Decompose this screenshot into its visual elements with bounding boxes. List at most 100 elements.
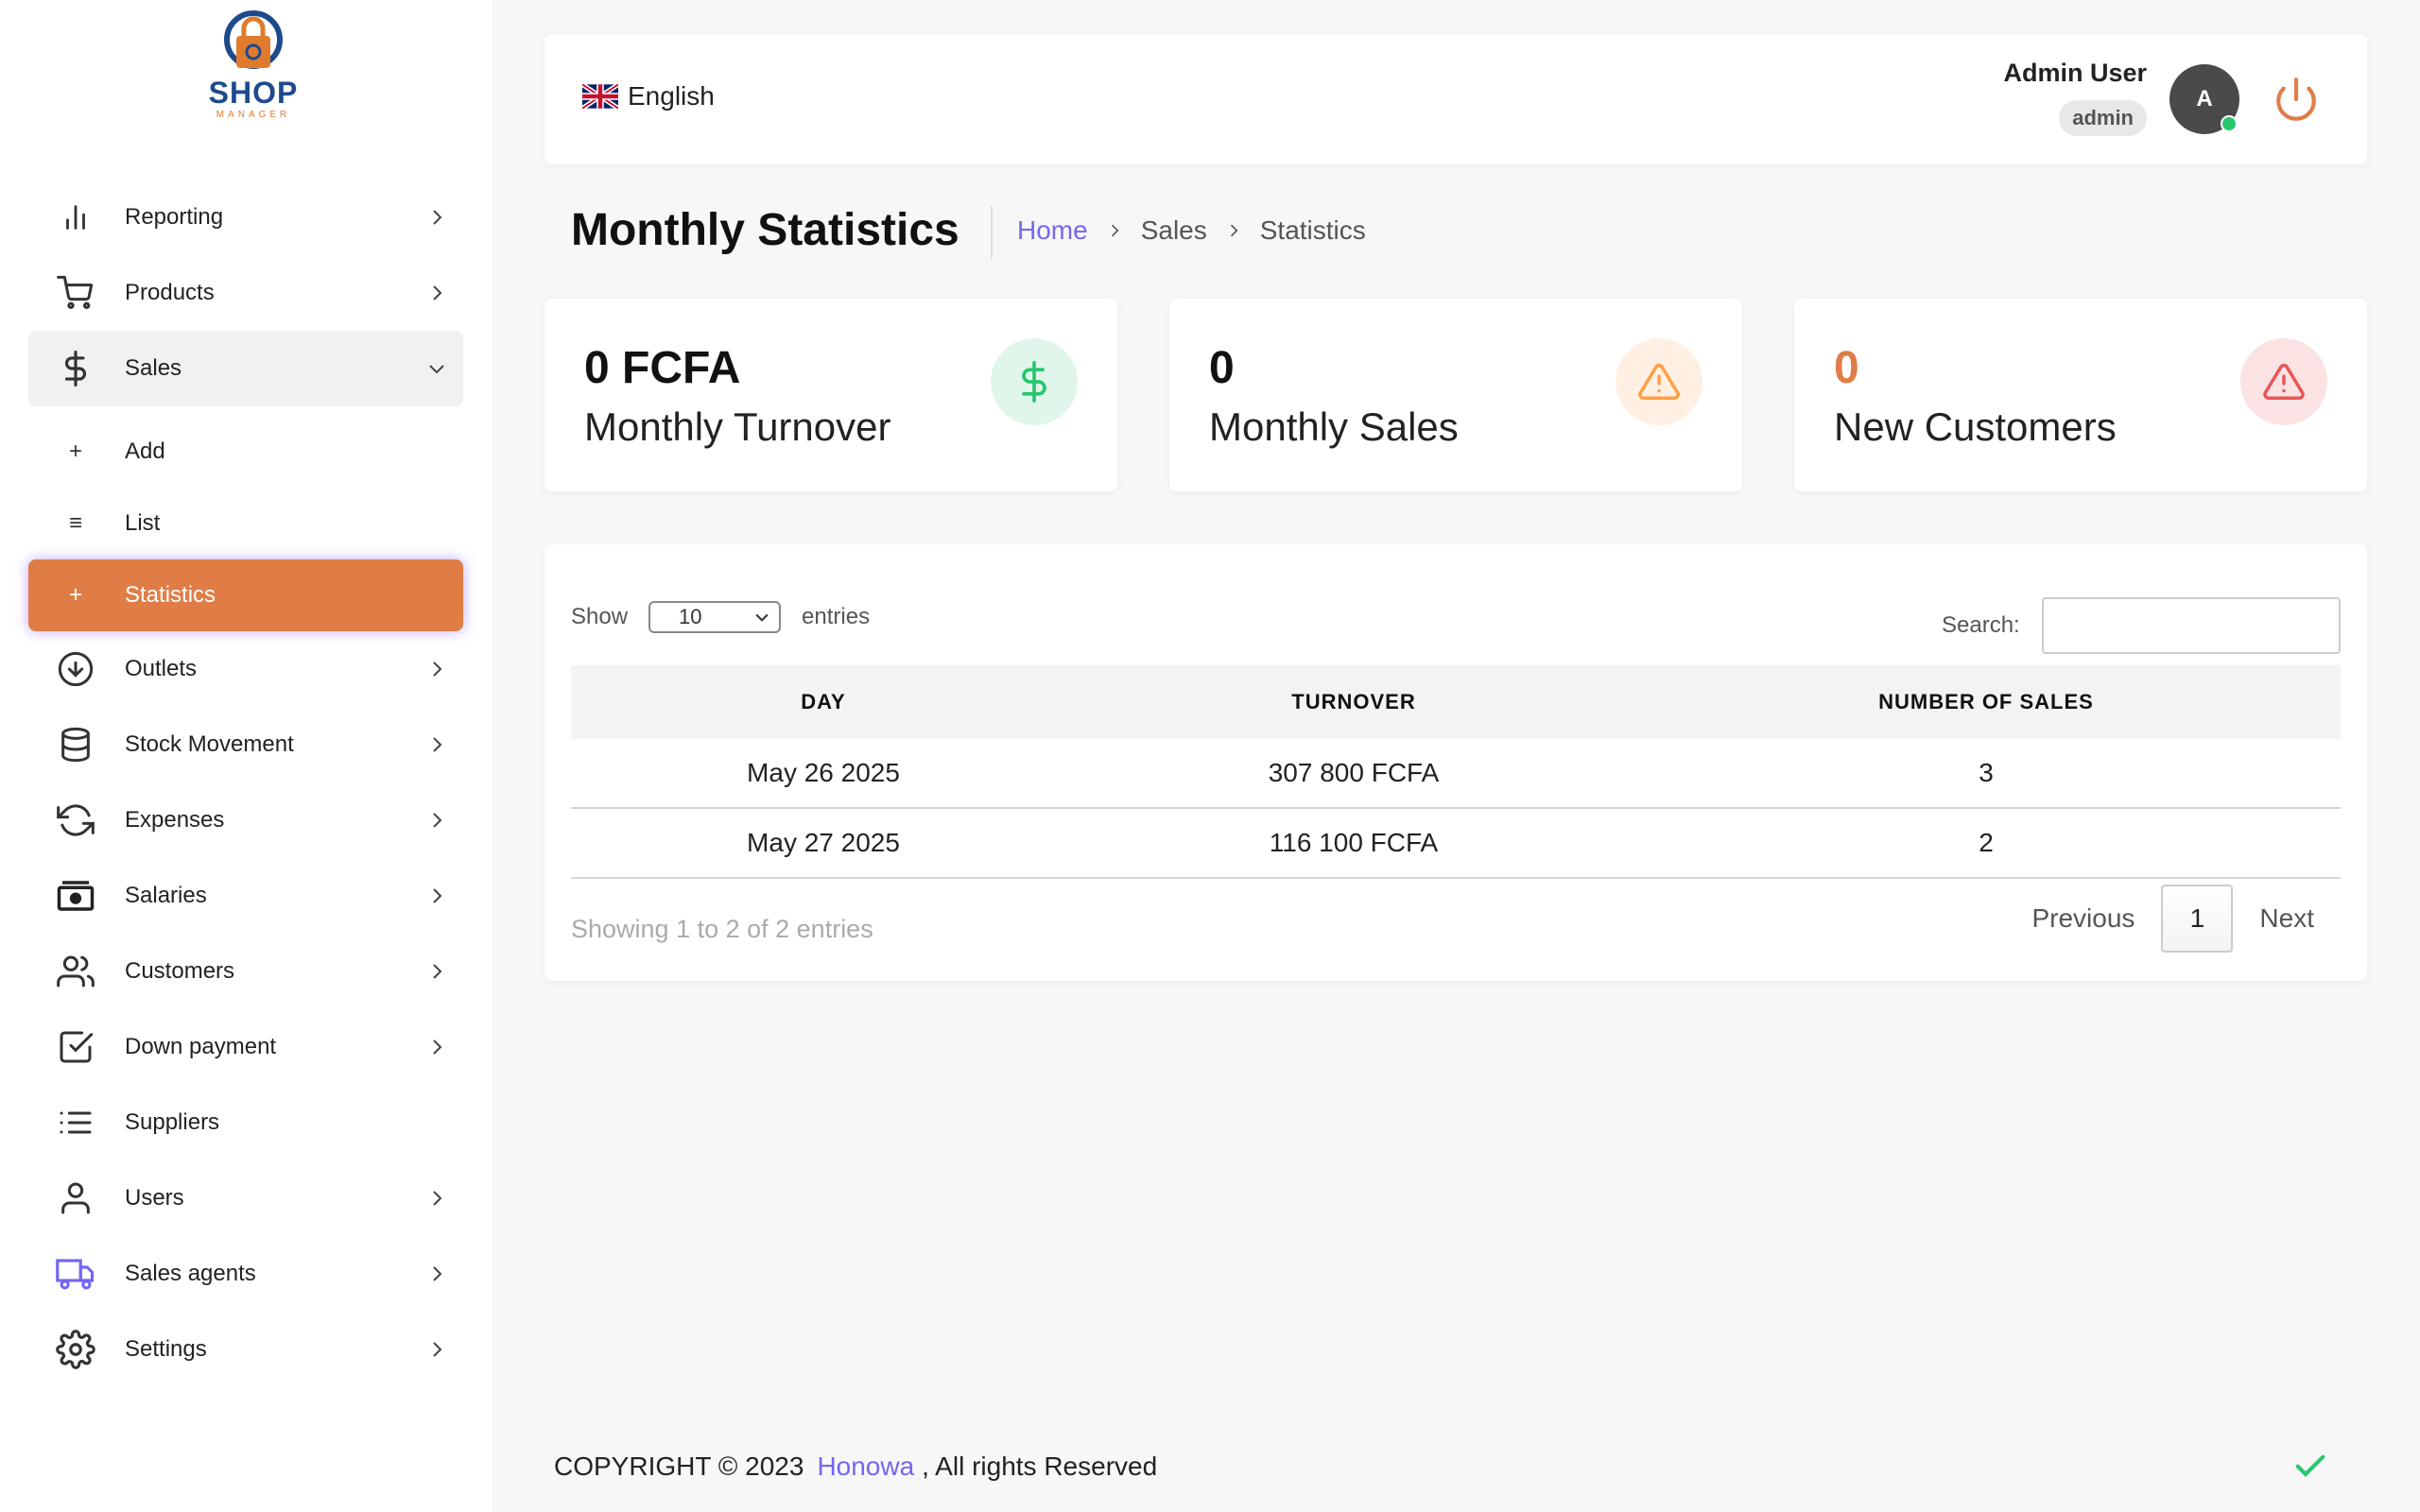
logo-subtext: MANAGER xyxy=(216,110,291,120)
sidebar-item-label: Users xyxy=(125,1185,184,1211)
rights-text: , All rights Reserved xyxy=(922,1452,1158,1481)
sidebar-subitem-label: Add xyxy=(125,438,165,464)
arrow-down-circle-icon xyxy=(55,648,96,690)
sidebar-subitem-label: Statistics xyxy=(125,582,216,608)
chevron-right-icon xyxy=(433,662,442,677)
sidebar-item-label: Sales agents xyxy=(125,1261,256,1286)
previous-button[interactable]: Previous xyxy=(2005,903,2161,934)
refresh-icon xyxy=(55,799,96,841)
sidebar-item-label: Salaries xyxy=(125,883,207,908)
sidebar-item-label: Customers xyxy=(125,958,235,984)
bar-chart-icon xyxy=(55,197,96,238)
sidebar-item-label: Reporting xyxy=(125,204,224,230)
chevron-down-icon xyxy=(429,365,444,374)
pagination: Previous 1 Next xyxy=(2005,885,2341,953)
dollar-icon xyxy=(55,348,96,389)
language-selector[interactable]: English xyxy=(582,81,715,112)
sidebar-item-expenses[interactable]: Expenses xyxy=(28,782,463,858)
sidebar-item-settings[interactable]: Settings xyxy=(28,1312,463,1387)
page-button-1[interactable]: 1 xyxy=(2161,885,2234,953)
sidebar-item-label: Down payment xyxy=(125,1034,277,1059)
sidebar: SHOP MANAGER Reporting Products Sales + … xyxy=(0,0,492,1512)
list-icon xyxy=(55,1102,96,1143)
avatar[interactable]: A xyxy=(2169,64,2239,134)
cell-day: May 27 2025 xyxy=(747,828,900,857)
next-button[interactable]: Next xyxy=(2233,903,2341,934)
sidebar-item-label: Expenses xyxy=(125,807,225,833)
gear-icon xyxy=(55,1329,96,1370)
breadcrumb-statistics: Statistics xyxy=(1259,215,1366,245)
chevron-down-icon xyxy=(755,613,769,622)
chevron-right-icon xyxy=(433,1266,442,1281)
cash-icon xyxy=(55,875,96,917)
alert-triangle-icon xyxy=(2240,338,2327,425)
user-icon xyxy=(55,1177,96,1219)
chevron-right-icon xyxy=(433,285,442,301)
warning-icon xyxy=(1616,338,1703,425)
page-size-select[interactable]: 10 xyxy=(648,601,782,633)
sidebar-item-outlets[interactable]: Outlets xyxy=(28,631,463,707)
chevron-right-icon xyxy=(433,1191,442,1206)
sidebar-item-products[interactable]: Products xyxy=(28,255,463,331)
breadcrumb: Home Sales Statistics xyxy=(1017,215,1366,246)
column-header-turnover[interactable]: TURNOVER xyxy=(1076,690,1632,714)
table-info: Showing 1 to 2 of 2 entries xyxy=(571,915,873,943)
search-input[interactable] xyxy=(2042,597,2341,654)
stat-card-turnover: 0 FCFA Monthly Turnover xyxy=(544,299,1117,491)
page-size-value: 10 xyxy=(679,605,702,628)
table-header: DAY TURNOVER NUMBER OF SALES xyxy=(571,665,2341,739)
logo[interactable]: SHOP MANAGER xyxy=(206,8,301,121)
cell-turnover: 116 100 FCFA xyxy=(1269,828,1439,857)
chevron-right-icon xyxy=(433,964,442,979)
uk-flag-icon xyxy=(582,84,618,109)
power-icon[interactable] xyxy=(2273,76,2320,123)
show-label: Show xyxy=(571,604,629,629)
avatar-letter: A xyxy=(2196,86,2213,112)
sidebar-menu: Reporting Products Sales + Add ≡ List + … xyxy=(28,180,463,1387)
copyright-text: COPYRIGHT © 2023 xyxy=(554,1452,804,1481)
sidebar-subitem-add[interactable]: + Add xyxy=(28,416,463,488)
stat-value: 0 xyxy=(1834,343,1859,393)
top-header: English Admin User admin A xyxy=(544,34,2367,164)
chevron-right-icon xyxy=(433,1040,442,1055)
plus-icon: + xyxy=(68,582,82,608)
sidebar-item-down-payment[interactable]: Down payment xyxy=(28,1009,463,1085)
user-name: Admin User xyxy=(2003,59,2147,87)
sidebar-item-customers[interactable]: Customers xyxy=(28,934,463,1009)
logo-text: SHOP xyxy=(208,76,299,110)
page-title: Monthly Statistics xyxy=(571,205,959,255)
sidebar-subitem-list[interactable]: ≡ List xyxy=(28,488,463,559)
footer: COPYRIGHT © 2023 Honowa , All rights Reser… xyxy=(554,1452,1157,1482)
entries-label: entries xyxy=(802,604,871,629)
users-icon xyxy=(55,951,96,992)
sidebar-item-sales-agents[interactable]: Sales agents xyxy=(28,1236,463,1312)
sidebar-subitem-statistics[interactable]: + Statistics xyxy=(28,559,463,631)
breadcrumb-sales[interactable]: Sales xyxy=(1141,215,1207,246)
stat-caption: New Customers xyxy=(1834,404,2117,449)
search-label: Search: xyxy=(1942,612,2020,638)
sidebar-item-salaries[interactable]: Salaries xyxy=(28,858,463,934)
sidebar-subitem-label: List xyxy=(125,510,161,536)
table-row: May 27 2025 116 100 FCFA 2 xyxy=(571,809,2341,879)
cell-turnover: 307 800 FCFA xyxy=(1268,758,1440,787)
statistics-table-card: Show 10 entries Search: DAY TURNOVER NUM… xyxy=(544,544,2367,981)
shop-bag-icon xyxy=(224,10,283,69)
user-role-badge: admin xyxy=(2059,100,2147,136)
column-header-number-of-sales[interactable]: NUMBER OF SALES xyxy=(1632,690,2341,714)
sidebar-item-sales[interactable]: Sales xyxy=(28,331,463,406)
breadcrumb-home[interactable]: Home xyxy=(1017,215,1088,246)
sidebar-item-suppliers[interactable]: Suppliers xyxy=(28,1085,463,1160)
sidebar-item-stock-movement[interactable]: Stock Movement xyxy=(28,707,463,782)
plus-icon: + xyxy=(68,438,82,464)
stat-value: 0 FCFA xyxy=(584,343,741,393)
sidebar-item-reporting[interactable]: Reporting xyxy=(28,180,463,255)
title-divider xyxy=(991,206,993,259)
stat-caption: Monthly Sales xyxy=(1209,404,1459,449)
cell-number-of-sales: 3 xyxy=(1979,758,1994,787)
sidebar-item-users[interactable]: Users xyxy=(28,1160,463,1236)
column-header-day[interactable]: DAY xyxy=(571,690,1076,714)
chevron-right-icon xyxy=(433,737,442,752)
check-icon xyxy=(2295,1454,2325,1477)
footer-brand-link[interactable]: Honowa xyxy=(817,1452,914,1481)
stat-card-customers: 0 New Customers xyxy=(1794,299,2367,491)
